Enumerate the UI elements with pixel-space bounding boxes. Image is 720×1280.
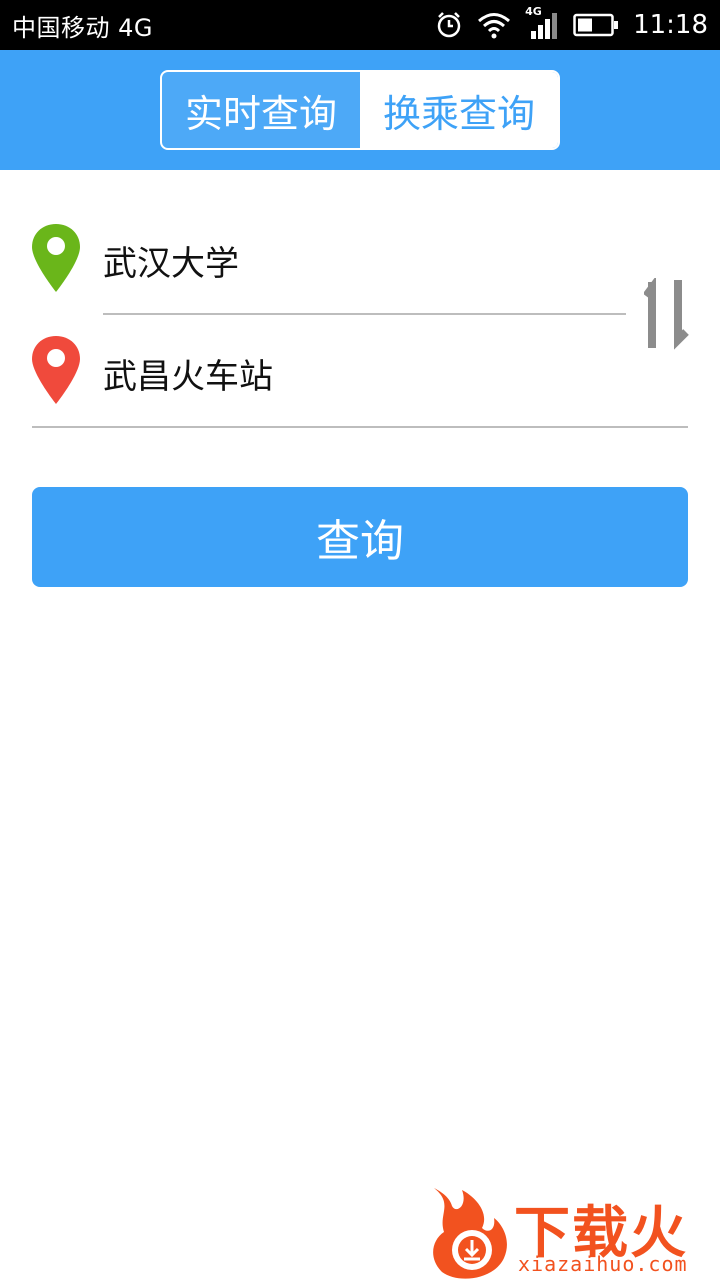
wifi-icon <box>478 13 511 39</box>
carrier-label: 中国移动 4G <box>12 13 153 42</box>
clock: 11:18 <box>633 10 708 40</box>
red-location-pin-icon <box>32 336 80 404</box>
query-mode-tabs: 实时查询 换乘查询 <box>160 70 560 150</box>
tab-realtime-query[interactable]: 实时查询 <box>162 72 360 148</box>
query-button[interactable]: 查询 <box>32 487 688 587</box>
alarm-icon <box>437 12 461 38</box>
origin-input[interactable] <box>103 230 603 290</box>
tab-transfer-query[interactable]: 换乘查询 <box>360 72 558 148</box>
status-bar: 中国移动 4G 4G 11:18 <box>0 0 720 50</box>
green-location-pin-icon <box>32 224 80 292</box>
watermark-site: xiazaihuo.com <box>518 1252 688 1276</box>
origin-divider <box>103 313 626 315</box>
status-icons: 4G 11:18 <box>435 5 708 41</box>
swap-arrows-icon[interactable] <box>644 278 690 350</box>
battery-icon <box>573 13 619 37</box>
app-header: 实时查询 换乘查询 <box>0 50 720 170</box>
destination-input[interactable] <box>103 343 603 403</box>
signal-icon: 4G <box>525 5 559 41</box>
destination-divider <box>32 426 688 428</box>
watermark-logo: 下载火 xiazaihuo.com <box>424 1184 720 1280</box>
flame-logo-icon <box>433 1188 507 1279</box>
